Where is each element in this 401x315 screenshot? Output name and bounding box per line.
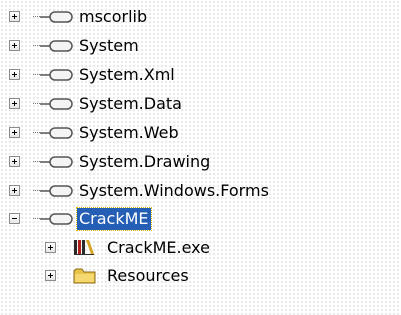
expand-plus-icon[interactable] xyxy=(45,270,56,281)
tree-node-label[interactable]: System.Windows.Forms xyxy=(77,180,271,202)
expand-plus-icon[interactable] xyxy=(9,40,20,51)
expand-plus-icon[interactable] xyxy=(9,69,20,80)
expand-plus-icon[interactable] xyxy=(9,11,20,22)
tree-node-label[interactable]: System.Xml xyxy=(77,64,177,86)
reference-icon xyxy=(40,11,73,23)
tree-node-crackme-exe[interactable]: CrackME.exe xyxy=(45,238,265,260)
reference-icon xyxy=(40,40,73,52)
expand-plus-icon[interactable] xyxy=(9,98,20,109)
tree-node-label[interactable]: System.Data xyxy=(77,93,184,115)
tree-node-label[interactable]: System xyxy=(77,35,141,57)
expand-plus-icon[interactable] xyxy=(9,185,20,196)
tree-node-crackme[interactable]: CrackME xyxy=(9,207,269,231)
tree-node-label[interactable]: mscorlib xyxy=(77,6,149,28)
expand-plus-icon[interactable] xyxy=(45,242,56,253)
tree-node-label[interactable]: CrackME.exe xyxy=(105,237,212,259)
tree-node-label[interactable]: Resources xyxy=(105,265,191,287)
reference-icon xyxy=(40,98,73,110)
tree-node-system-windows-forms[interactable]: System.Windows.Forms xyxy=(9,181,309,203)
tree-node-label[interactable]: System.Drawing xyxy=(77,151,212,173)
folder-icon xyxy=(73,268,96,284)
tree-node-system-xml[interactable]: System.Xml xyxy=(9,65,269,87)
tree-node-system-web[interactable]: System.Web xyxy=(9,123,269,145)
tree-node-mscorlib[interactable]: mscorlib xyxy=(9,7,269,29)
collapse-minus-icon[interactable] xyxy=(9,213,20,224)
tree-node-system-data[interactable]: System.Data xyxy=(9,94,269,116)
tree-node-system[interactable]: System xyxy=(9,36,269,58)
tree-node-system-drawing[interactable]: System.Drawing xyxy=(9,152,269,174)
tree-node-label-selected[interactable]: CrackME xyxy=(76,207,152,231)
reference-icon xyxy=(40,156,73,168)
expand-plus-icon[interactable] xyxy=(9,156,20,167)
tree-node-resources[interactable]: Resources xyxy=(45,266,265,288)
assembly-tree: mscorlib System System.Xml System.Data S… xyxy=(0,0,401,315)
expand-plus-icon[interactable] xyxy=(9,127,20,138)
reference-icon xyxy=(40,213,73,225)
reference-icon xyxy=(40,69,73,81)
tree-node-label[interactable]: System.Web xyxy=(77,122,181,144)
reference-icon xyxy=(40,185,73,197)
reference-icon xyxy=(40,127,73,139)
assembly-icon xyxy=(74,240,94,255)
